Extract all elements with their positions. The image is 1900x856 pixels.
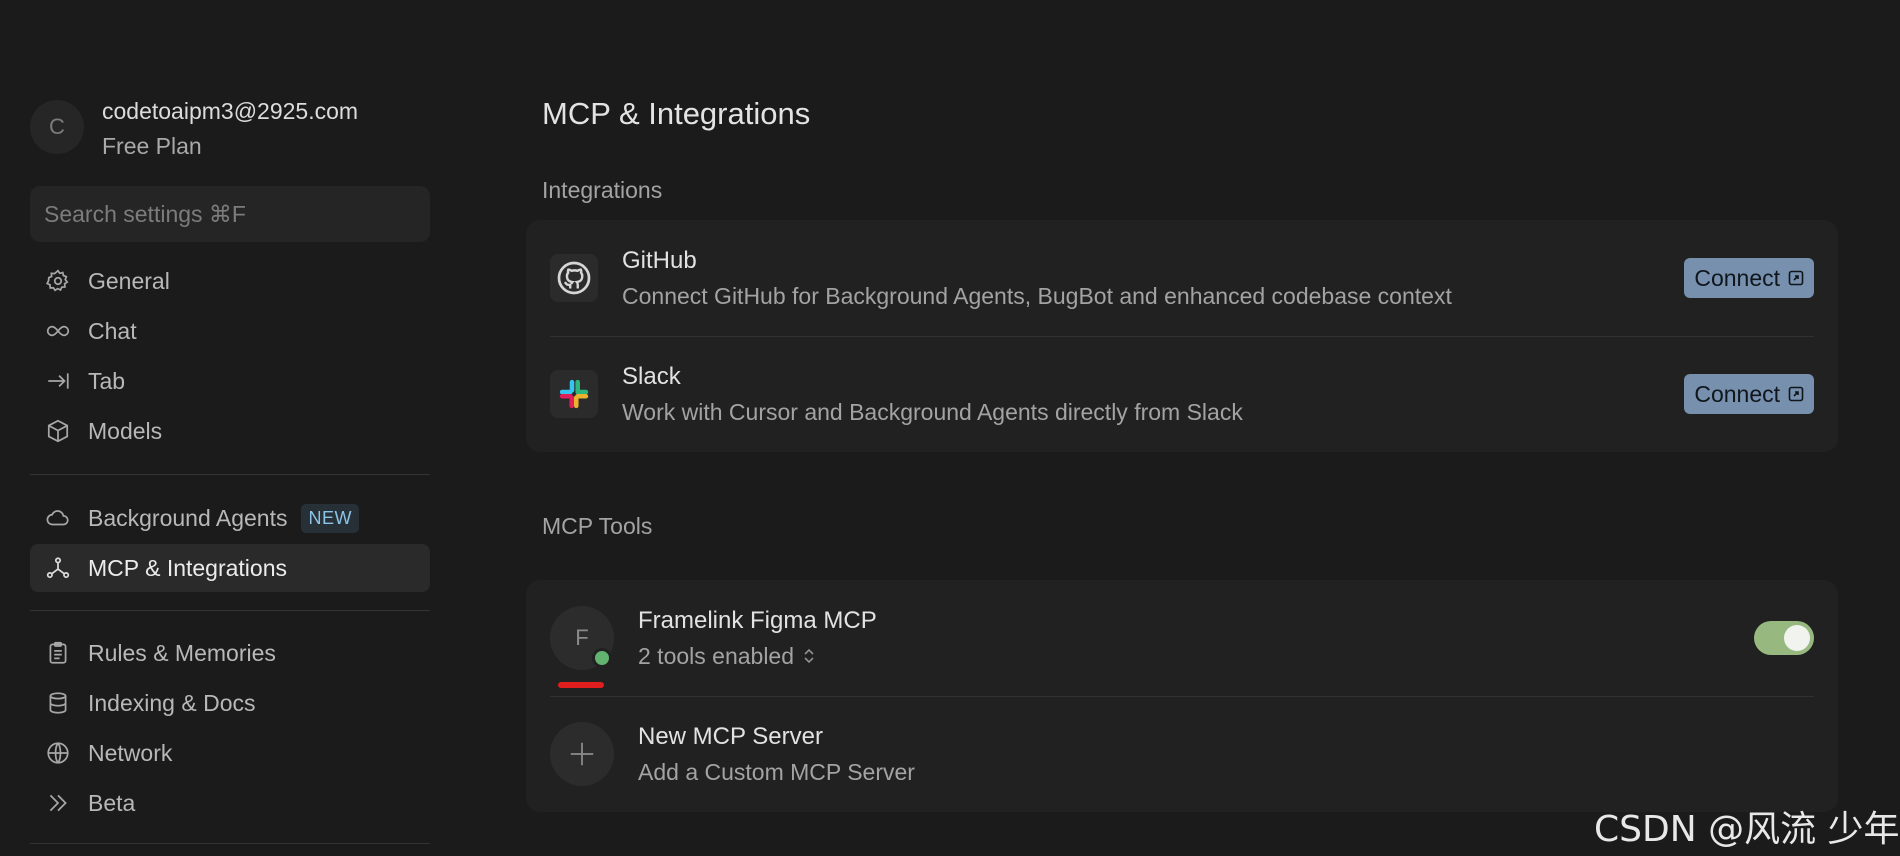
annotation-underline <box>558 682 604 688</box>
cloud-icon <box>44 504 72 532</box>
tab-arrow-icon <box>44 367 72 395</box>
mcp-tool-name: Framelink Figma MCP <box>638 606 877 634</box>
plus-icon <box>550 722 614 786</box>
clipboard-icon <box>44 639 72 667</box>
sidebar-item-label: Chat <box>88 317 137 344</box>
sidebar-item-label: Network <box>88 739 173 766</box>
chevron-updown-icon <box>804 648 814 663</box>
sidebar-item-chat[interactable]: Chat <box>30 307 430 355</box>
sidebar-item-label: Rules & Memories <box>88 639 276 666</box>
watermark: CSDN @风流 少年 <box>1594 809 1900 850</box>
toggle-knob <box>1784 625 1810 651</box>
sidebar-item-models[interactable]: Models <box>30 407 430 455</box>
search-input[interactable]: Search settings ⌘F <box>30 186 430 242</box>
mcp-tool-row: F Framelink Figma MCP 2 tools enabled <box>526 580 1838 696</box>
sidebar-divider <box>30 474 430 475</box>
integration-name: GitHub <box>622 246 697 274</box>
row-divider <box>550 696 1814 697</box>
new-server-subtitle: Add a Custom MCP Server <box>638 758 915 785</box>
connect-label: Connect <box>1694 380 1780 407</box>
sidebar-item-indexing-docs[interactable]: Indexing & Docs <box>30 679 430 727</box>
tools-enabled-dropdown[interactable]: 2 tools enabled <box>638 641 1754 671</box>
nav-group-agents: Background Agents NEW MCP & Integrations <box>30 494 430 594</box>
sidebar-item-label: Indexing & Docs <box>88 689 256 716</box>
sidebar-item-beta[interactable]: Beta <box>30 779 430 827</box>
mcp-avatar-letter: F <box>575 625 589 650</box>
github-connect-button[interactable]: Connect <box>1684 258 1814 298</box>
mcp-tool-toggle[interactable] <box>1754 621 1814 655</box>
nav-group-misc: Rules & Memories Indexing & Docs Network… <box>30 629 430 829</box>
user-profile: C codetoaipm3@2925.com Free Plan <box>30 96 358 161</box>
integration-row-github: GitHub Connect GitHub for Background Age… <box>526 220 1838 336</box>
integrations-section-label: Integrations <box>542 177 663 203</box>
external-link-icon <box>1788 386 1804 402</box>
network-node-icon <box>44 554 72 582</box>
tools-enabled-label: 2 tools enabled <box>638 642 795 669</box>
external-link-icon <box>1788 270 1804 286</box>
sidebar-item-general[interactable]: General <box>30 257 430 305</box>
new-mcp-server-row[interactable]: New MCP Server Add a Custom MCP Server <box>526 696 1838 812</box>
new-server-title: New MCP Server <box>638 722 823 750</box>
sidebar-divider <box>30 610 430 611</box>
sidebar-item-network[interactable]: Network <box>30 729 430 777</box>
sidebar-item-tab[interactable]: Tab <box>30 357 430 405</box>
sidebar-item-label: General <box>88 267 170 294</box>
sidebar-item-label: Models <box>88 417 163 444</box>
mcp-tools-section-label: MCP Tools <box>542 513 653 539</box>
github-icon <box>550 254 598 302</box>
mcp-tool-avatar: F <box>550 606 614 670</box>
sidebar-item-background-agents[interactable]: Background Agents NEW <box>30 494 430 542</box>
slack-connect-button[interactable]: Connect <box>1684 374 1814 414</box>
sidebar-divider <box>30 843 430 844</box>
integration-description: Connect GitHub for Background Agents, Bu… <box>622 282 1452 309</box>
user-plan: Free Plan <box>102 133 202 159</box>
integration-description: Work with Cursor and Background Agents d… <box>622 398 1243 425</box>
double-chevron-icon <box>44 789 72 817</box>
gear-icon <box>44 267 72 295</box>
avatar: C <box>30 100 84 154</box>
infinity-icon <box>44 317 72 345</box>
status-indicator <box>592 648 612 668</box>
globe-icon <box>44 739 72 767</box>
sidebar-item-label: Beta <box>88 789 136 816</box>
user-email: codetoaipm3@2925.com <box>102 98 359 124</box>
mcp-tools-card: F Framelink Figma MCP 2 tools enabled Ne… <box>526 580 1838 812</box>
sidebar-item-label: Background Agents <box>88 504 288 531</box>
nav-group-main: General Chat Tab Models <box>30 257 430 457</box>
sidebar-item-label: Tab <box>88 367 126 394</box>
integration-name: Slack <box>622 362 681 390</box>
row-divider <box>550 336 1814 337</box>
sidebar-item-mcp-integrations[interactable]: MCP & Integrations <box>30 544 430 592</box>
integrations-card: GitHub Connect GitHub for Background Age… <box>526 220 1838 452</box>
connect-label: Connect <box>1694 264 1780 291</box>
database-icon <box>44 689 72 717</box>
new-badge: NEW <box>301 503 359 533</box>
page-title: MCP & Integrations <box>542 96 811 131</box>
sidebar-item-label: MCP & Integrations <box>88 554 288 581</box>
cube-icon <box>44 417 72 445</box>
integration-row-slack: Slack Work with Cursor and Background Ag… <box>526 336 1838 452</box>
search-placeholder: Search settings ⌘F <box>44 200 246 227</box>
slack-icon <box>550 370 598 418</box>
sidebar-item-rules-memories[interactable]: Rules & Memories <box>30 629 430 677</box>
